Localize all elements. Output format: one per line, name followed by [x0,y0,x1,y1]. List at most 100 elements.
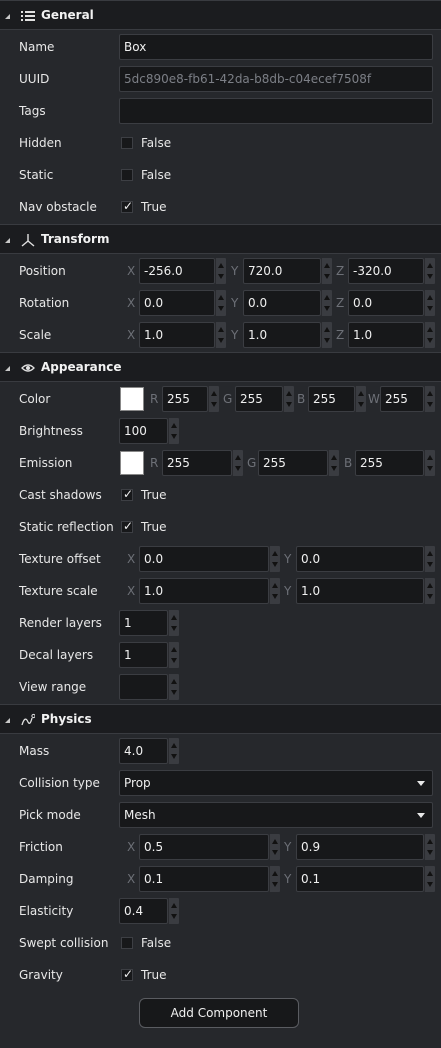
friction-y-spinner[interactable] [424,834,435,860]
texture-scale-x-input[interactable]: 1.0 [139,578,269,604]
scale-y-spinner[interactable] [321,322,332,348]
color-b-spinner[interactable] [355,386,366,412]
hidden-checkbox[interactable] [121,137,133,149]
collision-type-dropdown[interactable]: Prop [119,770,433,796]
position-z-spinner[interactable] [424,258,435,284]
uuid-label: UUID [19,72,50,86]
color-g-spinner[interactable] [283,386,294,412]
decal-layers-input[interactable]: 1 [119,642,168,668]
static-reflection-checkbox[interactable]: ✓ [121,519,133,533]
tags-input[interactable] [119,98,433,124]
render-layers-spinner[interactable] [168,610,179,636]
rotation-z-spinner[interactable] [424,290,435,316]
color-label: Color [19,392,51,406]
axis-y-label: Y [284,840,292,854]
cast-shadows-value: True [141,488,167,502]
texture-scale-y-spinner[interactable] [424,578,435,604]
row-render-layers: Render layers 1 [0,607,441,639]
scale-x-spinner[interactable] [215,322,226,348]
add-component-button[interactable]: Add Component [139,998,299,1028]
section-title: Physics [41,712,92,726]
row-view-range: View range [0,671,441,703]
scale-z-input[interactable]: 1.0 [348,322,424,348]
damping-y-spinner[interactable] [424,866,435,892]
collapse-arrow-icon[interactable] [5,366,10,371]
rotation-y-spinner[interactable] [321,290,332,316]
emission-b-spinner[interactable] [424,450,435,476]
color-r-spinner[interactable] [208,386,219,412]
color-w-input[interactable]: 255 [380,386,424,412]
swept-collision-checkbox[interactable] [121,937,133,949]
collapse-arrow-icon[interactable] [5,14,10,19]
decal-layers-spinner[interactable] [168,642,179,668]
brightness-spinner[interactable] [168,418,179,444]
section-header-physics[interactable]: Physics [0,704,441,734]
collapse-arrow-icon[interactable] [5,718,10,723]
texture-scale-y-input[interactable]: 1.0 [296,578,424,604]
friction-y-input[interactable]: 0.9 [296,834,424,860]
emission-g-input[interactable]: 255 [258,450,328,476]
row-emission: Emission R 255 G 255 B 255 [0,447,441,479]
checkmark-icon: ✓ [123,487,134,501]
emission-r-input[interactable]: 255 [162,450,232,476]
render-layers-label: Render layers [19,616,102,630]
texture-offset-x-input[interactable]: 0.0 [139,546,269,572]
color-b-input[interactable]: 255 [308,386,355,412]
color-g-input[interactable]: 255 [235,386,283,412]
scale-z-spinner[interactable] [424,322,435,348]
emission-r-spinner[interactable] [232,450,243,476]
section-header-appearance[interactable]: Appearance [0,352,441,382]
collapse-arrow-icon[interactable] [5,238,10,243]
cast-shadows-checkbox[interactable]: ✓ [121,487,134,501]
nav-obstacle-checkbox[interactable]: ✓ [121,199,133,213]
gravity-checkbox[interactable]: ✓ [121,967,133,981]
pick-mode-dropdown[interactable]: Mesh [119,802,433,828]
elasticity-spinner[interactable] [168,898,179,924]
section-header-general[interactable]: General [0,0,441,30]
scale-x-input[interactable]: 1.0 [139,322,215,348]
color-w-spinner[interactable] [424,386,435,412]
position-y-spinner[interactable] [321,258,332,284]
mass-spinner[interactable] [168,738,179,764]
texture-offset-y-input[interactable]: 0.0 [296,546,424,572]
damping-x-input[interactable]: 0.1 [139,866,269,892]
texture-scale-x-spinner[interactable] [269,578,280,604]
rotation-y-input[interactable]: 0.0 [243,290,321,316]
row-swept-collision: Swept collision False [0,927,441,959]
render-layers-input[interactable]: 1 [119,610,168,636]
damping-x-spinner[interactable] [269,866,280,892]
emission-b-input[interactable]: 255 [355,450,424,476]
view-range-input[interactable] [119,674,168,700]
emission-swatch[interactable] [120,451,144,475]
position-x-spinner[interactable] [215,258,226,284]
scale-y-input[interactable]: 1.0 [243,322,321,348]
position-z-input[interactable]: -320.0 [348,258,424,284]
position-y-input[interactable]: 720.0 [243,258,321,284]
rotation-x-input[interactable]: 0.0 [139,290,215,316]
view-range-spinner[interactable] [168,674,179,700]
brightness-input[interactable]: 100 [119,418,168,444]
texture-offset-y-spinner[interactable] [424,546,435,572]
name-input[interactable]: Box [119,34,433,60]
mass-input[interactable]: 4.0 [119,738,168,764]
rotation-z-input[interactable]: 0.0 [348,290,424,316]
rotation-x-spinner[interactable] [215,290,226,316]
damping-y-input[interactable]: 0.1 [296,866,424,892]
position-label: Position [19,264,66,278]
channel-r-label: R [150,456,159,470]
texture-offset-x-spinner[interactable] [269,546,280,572]
static-checkbox[interactable] [121,169,133,181]
section-header-transform[interactable]: Transform [0,224,441,254]
elasticity-input[interactable]: 0.4 [119,898,168,924]
damping-label: Damping [19,872,74,886]
axis-z-label: Z [336,296,345,310]
emission-g-spinner[interactable] [328,450,339,476]
row-scale: Scale X 1.0 Y 1.0 Z 1.0 [0,319,441,351]
position-x-input[interactable]: -256.0 [139,258,215,284]
friction-x-spinner[interactable] [269,834,280,860]
friction-x-input[interactable]: 0.5 [139,834,269,860]
hidden-value: False [141,136,172,150]
color-swatch[interactable] [120,387,144,411]
color-r-input[interactable]: 255 [162,386,208,412]
pick-mode-label: Pick mode [19,808,81,822]
